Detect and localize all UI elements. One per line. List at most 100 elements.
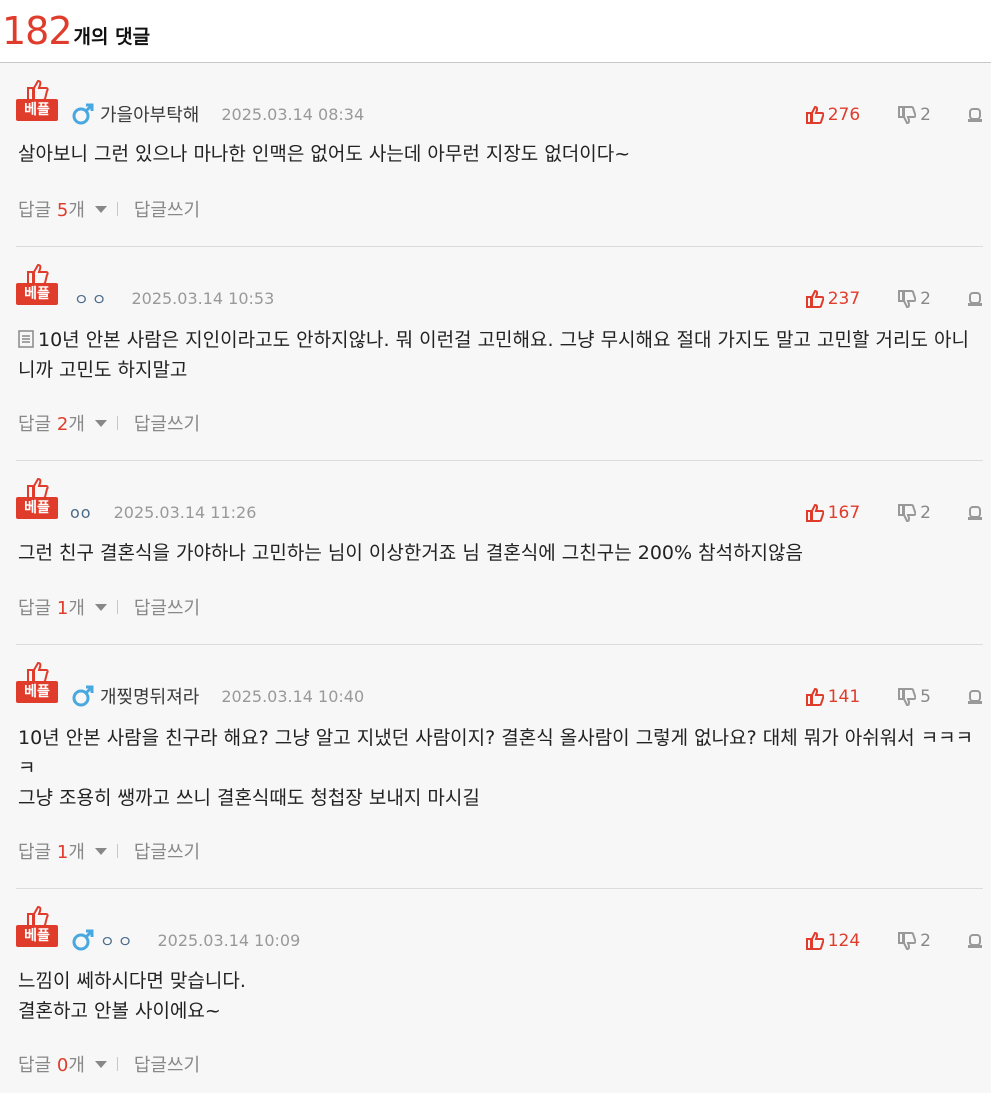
- thumbs-down-icon: [898, 290, 917, 308]
- write-reply-link[interactable]: 답글쓰기: [134, 196, 200, 222]
- best-tag: 베플: [16, 925, 58, 947]
- comment-meta: 개찢명뒤져라 2025.03.14 10:40: [70, 683, 364, 709]
- chevron-down-icon[interactable]: [94, 419, 107, 427]
- reply-toggle[interactable]: 답글 2개: [18, 410, 85, 436]
- comment-author[interactable]: ㅇㅇ: [100, 928, 135, 952]
- male-icon: [72, 929, 94, 951]
- divider: [116, 600, 118, 614]
- like-button[interactable]: 167: [805, 503, 861, 523]
- dislike-button[interactable]: 2: [898, 105, 931, 125]
- comment-text: 10년 안본 사람을 친구라 해요? 그냥 알고 지냈던 사람이지? 결혼식 올…: [18, 727, 974, 809]
- reply-toggle[interactable]: 답글 0개: [18, 1051, 85, 1077]
- reply-count: 2: [56, 414, 69, 435]
- comment-date: 2025.03.14 08:34: [221, 104, 365, 124]
- report-icon[interactable]: [967, 933, 983, 949]
- vote-area: 237 2: [805, 287, 983, 311]
- dislike-count: 2: [920, 289, 931, 309]
- comment-author[interactable]: oo: [70, 503, 92, 522]
- comment-count-label: 개의 댓글: [73, 25, 151, 48]
- reply-toggle[interactable]: 답글 5개: [18, 196, 85, 222]
- comment-author[interactable]: 개찢명뒤져라: [100, 683, 199, 709]
- reply-toggle[interactable]: 답글 1개: [18, 838, 85, 864]
- dislike-button[interactable]: 5: [898, 687, 931, 707]
- report-icon[interactable]: [967, 291, 983, 307]
- dislike-button[interactable]: 2: [898, 503, 931, 523]
- vote-area: 124 2: [805, 929, 983, 953]
- best-comment-badge: 베플: [16, 477, 58, 521]
- thumbs-up-icon: [27, 263, 49, 285]
- comment-actions: 답글 1개 답글쓰기: [18, 838, 200, 864]
- comment-date: 2025.03.14 10:53: [131, 288, 275, 308]
- vote-area: 276 2: [805, 103, 983, 127]
- comment-author[interactable]: 가을아부탁해: [100, 101, 199, 127]
- reply-count: 5: [56, 200, 69, 221]
- reply-toggle[interactable]: 답글 1개: [18, 594, 85, 620]
- thumbs-up-icon: [805, 504, 824, 522]
- comment-count: 182: [2, 9, 73, 53]
- like-button[interactable]: 141: [805, 687, 861, 707]
- report-icon[interactable]: [967, 505, 983, 521]
- like-count: 276: [827, 105, 861, 125]
- divider: [116, 416, 118, 430]
- like-button[interactable]: 237: [805, 289, 861, 309]
- chevron-down-icon[interactable]: [94, 603, 107, 611]
- like-button[interactable]: 124: [805, 931, 861, 951]
- male-icon: [72, 685, 94, 707]
- chevron-down-icon[interactable]: [94, 205, 107, 213]
- like-count: 141: [827, 687, 861, 707]
- reply-count: 1: [56, 842, 69, 863]
- report-icon[interactable]: [967, 689, 983, 705]
- comment-meta: ㅇㅇ 2025.03.14 10:53: [74, 285, 274, 311]
- comment-author[interactable]: ㅇㅇ: [74, 286, 109, 310]
- thumbs-up-icon: [805, 932, 824, 950]
- thumbs-up-icon: [805, 106, 824, 124]
- dislike-count: 2: [920, 931, 931, 951]
- comment-date: 2025.03.14 10:40: [221, 686, 365, 706]
- comment-text: 10년 안본 사람은 지인이라고도 안하지않나. 뭐 이런걸 고민해요. 그냥 …: [18, 329, 969, 381]
- comment-actions: 답글 2개 답글쓰기: [18, 410, 200, 436]
- comment-meta: oo 2025.03.14 11:26: [70, 499, 256, 525]
- best-comment-badge: 베플: [16, 661, 58, 705]
- comment-actions: 답글 0개 답글쓰기: [18, 1051, 200, 1077]
- comment-item: 베플 개찢명뒤져라 2025.03.14 10:40 141 5 10년 안본 …: [16, 645, 983, 889]
- dislike-count: 2: [920, 503, 931, 523]
- thumbs-up-icon: [805, 688, 824, 706]
- divider: [116, 844, 118, 858]
- reply-count: 0: [56, 1055, 69, 1076]
- comment-text: 느낌이 쎄하시다면 맞습니다. 결혼하고 안볼 사이에요~: [18, 970, 246, 1022]
- best-comment-badge: 베플: [16, 263, 58, 307]
- best-tag: 베플: [16, 497, 58, 519]
- thumbs-down-icon: [898, 688, 917, 706]
- write-reply-link[interactable]: 답글쓰기: [134, 1051, 200, 1077]
- thumbs-up-icon: [27, 79, 49, 101]
- male-icon: [72, 103, 94, 125]
- chevron-down-icon[interactable]: [94, 1060, 107, 1068]
- thumbs-up-icon: [27, 905, 49, 927]
- write-reply-link[interactable]: 답글쓰기: [134, 594, 200, 620]
- report-icon[interactable]: [967, 107, 983, 123]
- comment-actions: 답글 1개 답글쓰기: [18, 594, 200, 620]
- like-count: 237: [827, 289, 861, 309]
- best-comment-badge: 베플: [16, 905, 58, 949]
- like-button[interactable]: 276: [805, 105, 861, 125]
- comment-meta: ㅇㅇ 2025.03.14 10:09: [70, 927, 300, 953]
- best-tag: 베플: [16, 681, 58, 703]
- dislike-button[interactable]: 2: [898, 931, 931, 951]
- comment-text: 살아보니 그런 있으나 마나한 인맥은 없어도 사는데 아무런 지장도 없더이다…: [18, 143, 631, 165]
- dislike-button[interactable]: 2: [898, 289, 931, 309]
- thumbs-down-icon: [898, 106, 917, 124]
- write-reply-link[interactable]: 답글쓰기: [134, 838, 200, 864]
- best-comment-badge: 베플: [16, 79, 58, 123]
- write-reply-link[interactable]: 답글쓰기: [134, 410, 200, 436]
- comment-list: 베플 가을아부탁해 2025.03.14 08:34 276 2 살아보니 그런…: [0, 63, 991, 1093]
- like-count: 124: [827, 931, 861, 951]
- like-count: 167: [827, 503, 861, 523]
- comment-date: 2025.03.14 11:26: [113, 502, 257, 522]
- comment-actions: 답글 5개 답글쓰기: [18, 196, 200, 222]
- comment-date: 2025.03.14 10:09: [157, 930, 301, 950]
- thumbs-up-icon: [805, 290, 824, 308]
- reply-count: 1: [56, 598, 69, 619]
- chevron-down-icon[interactable]: [94, 847, 107, 855]
- best-tag: 베플: [16, 283, 58, 305]
- divider: [116, 1057, 118, 1071]
